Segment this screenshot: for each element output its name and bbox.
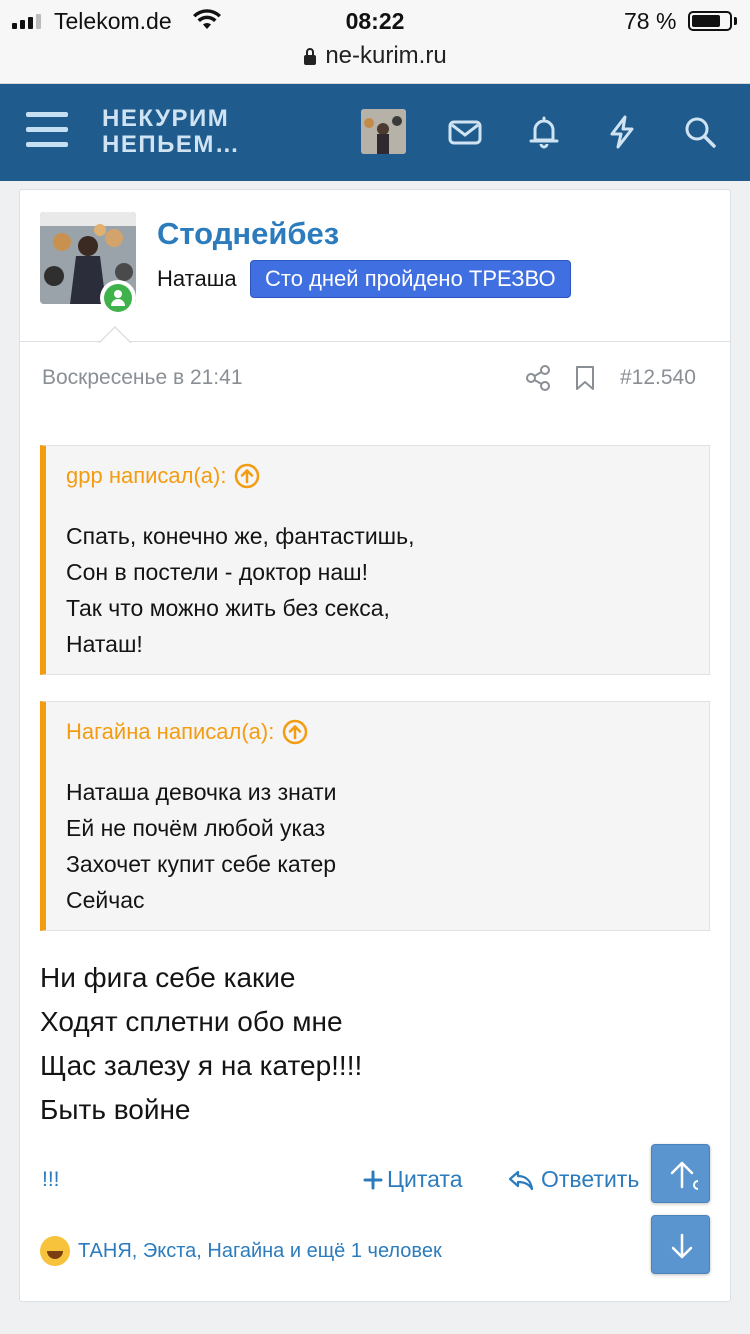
quote-line: Так что можно жить без секса,	[66, 595, 390, 621]
quote-line: Сон в постели - доктор наш!	[66, 559, 368, 585]
share-icon[interactable]	[523, 364, 553, 392]
status-bar: Telekom.de 08:22 78 %	[0, 0, 750, 40]
battery-percent: 78 %	[624, 8, 677, 34]
post-message: Ни фига себе какие Ходят сплетни обо мне…	[40, 956, 362, 1132]
user-block-pointer-inner	[99, 328, 131, 344]
reactions-list[interactable]: ТАНЯ, Экста, Нагайна и ещё 1 человек	[78, 1240, 442, 1263]
menu-icon[interactable]	[26, 112, 68, 150]
quote-line: Наташа девочка из знати	[66, 779, 337, 805]
post-number[interactable]: #12.540	[620, 366, 696, 390]
reactions-bar[interactable]: ТАНЯ, Экста, Нагайна и ещё 1 человек	[40, 1236, 442, 1266]
laughing-emoji-icon	[40, 1236, 70, 1266]
quote-header[interactable]: Нагайна написал(а):	[46, 702, 709, 762]
quote-author[interactable]: Нагайна написал(а):	[66, 702, 274, 762]
quote-header[interactable]: gpp написал(а):	[46, 446, 709, 506]
account-avatar[interactable]	[361, 109, 406, 154]
message-line: Ни фига себе какие	[40, 962, 296, 993]
quote-body: Спать, конечно же, фантастишь, Сон в пос…	[46, 506, 709, 674]
quote-author[interactable]: gpp написал(а):	[66, 446, 226, 506]
post-card: Стоднейбез Наташа Сто дней пройдено ТРЕЗ…	[19, 189, 731, 1302]
quote-line: Спать, конечно же, фантастишь,	[66, 523, 415, 549]
arrow-down-icon	[671, 1233, 693, 1259]
online-status-icon	[100, 280, 136, 316]
quote-line: Наташ!	[66, 631, 143, 657]
url-bar[interactable]: ne-kurim.ru	[0, 40, 750, 84]
bell-icon[interactable]	[526, 114, 562, 150]
quote-line: Захочет купит себе катер	[66, 851, 337, 877]
scroll-up-button[interactable]	[651, 1144, 710, 1203]
quote-block: gpp написал(а): Спать, конечно же, фанта…	[40, 445, 710, 675]
post-username[interactable]: Стоднейбез	[157, 216, 339, 252]
jump-to-quote-icon[interactable]	[282, 719, 308, 745]
message-line: Ходят сплетни обо мне	[40, 1006, 343, 1037]
quote-button[interactable]: Цитата	[363, 1166, 463, 1193]
plus-icon	[363, 1170, 383, 1189]
site-logo[interactable]: НЕКУРИМ НЕПЬЕМ…	[102, 106, 240, 158]
arrow-up-icon	[670, 1161, 698, 1190]
user-banner-badge: Сто дней пройдено ТРЕЗВО	[250, 260, 571, 298]
report-link[interactable]: !!!	[42, 1168, 60, 1192]
user-title: Наташа	[157, 266, 237, 291]
bolt-icon[interactable]	[604, 114, 640, 150]
logo-line-1: НЕКУРИМ	[102, 105, 230, 132]
message-line: Быть войне	[40, 1094, 191, 1125]
post-date[interactable]: Воскресенье в 21:41	[42, 366, 243, 390]
post-actions: !!! Цитата Ответить	[20, 1162, 730, 1198]
lock-icon	[304, 48, 317, 65]
battery-tip	[734, 17, 737, 25]
reply-button-label: Ответить	[541, 1166, 640, 1192]
bookmark-icon[interactable]	[573, 364, 597, 392]
reply-icon	[508, 1170, 534, 1190]
quote-line: Ей не почём любой указ	[66, 815, 326, 841]
reply-button[interactable]: Ответить	[507, 1166, 639, 1193]
logo-line-2: НЕПЬЕМ…	[102, 131, 241, 158]
quote-button-label: Цитата	[387, 1166, 463, 1192]
message-line: Щас залезу я на катер!!!!	[40, 1050, 363, 1081]
battery-icon	[688, 11, 732, 31]
quote-body: Наташа девочка из знати Ей не почём любо…	[46, 762, 709, 930]
mail-icon[interactable]	[447, 114, 483, 150]
url-text[interactable]: ne-kurim.ru	[325, 42, 446, 70]
quote-block: Нагайна написал(а): Наташа девочка из зн…	[40, 701, 710, 931]
search-icon[interactable]	[682, 114, 718, 150]
quote-line: Сейчас	[66, 887, 145, 913]
jump-to-quote-icon[interactable]	[234, 463, 260, 489]
scroll-down-button[interactable]	[651, 1215, 710, 1274]
site-header: НЕКУРИМ НЕПЬЕМ…	[0, 84, 750, 181]
post-user-block: Стоднейбез Наташа Сто дней пройдено ТРЕЗ…	[20, 190, 730, 344]
